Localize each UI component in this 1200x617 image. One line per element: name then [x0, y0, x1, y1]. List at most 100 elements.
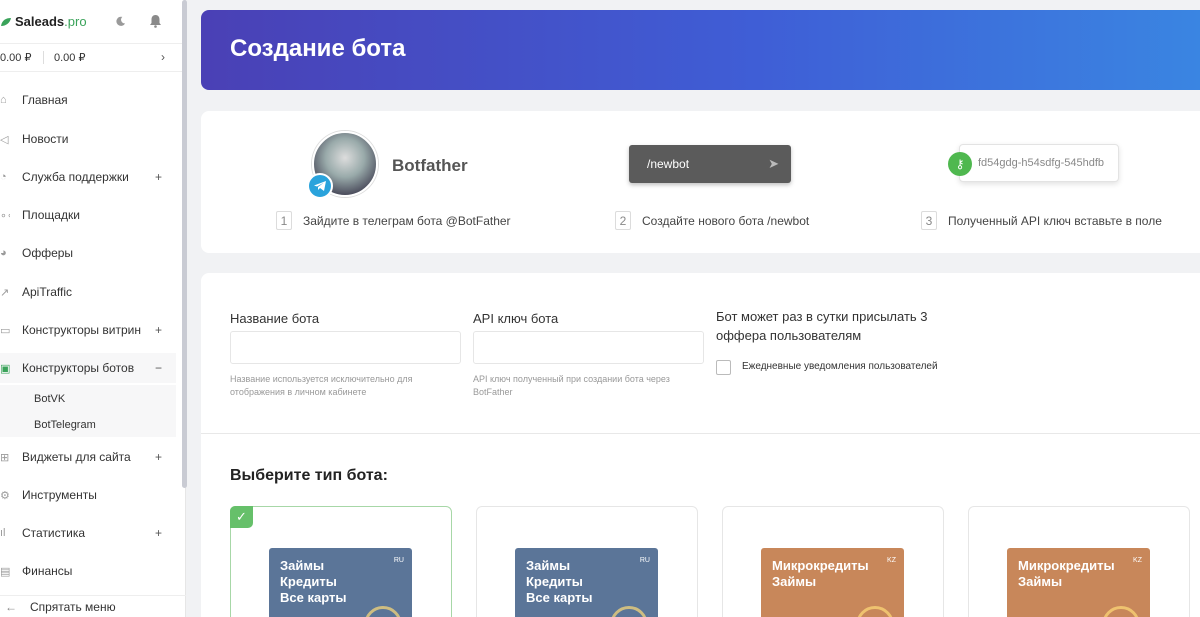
banner-line: Все карты: [280, 590, 347, 605]
expand-icon[interactable]: +: [155, 170, 162, 184]
sidebar-item-home[interactable]: ⌂ Главная: [0, 85, 176, 115]
sidebar-item-offers[interactable]: ◕ Офферы: [0, 238, 176, 268]
sidebar-item-stats[interactable]: ıl Статистика +: [0, 518, 176, 548]
step-number: 2: [615, 211, 631, 230]
expand-icon[interactable]: +: [155, 323, 162, 337]
sidebar-item-label: ApiTraffic: [22, 285, 73, 299]
widget-icon: ⊞: [0, 451, 10, 464]
daily-offers-title: Бот может раз в сутки присылать 3 оффера…: [716, 309, 928, 343]
tenge-coin-icon: [1102, 606, 1140, 617]
bot-name-input[interactable]: [230, 331, 461, 364]
chevron-right-icon[interactable]: ›: [161, 50, 165, 64]
command-text: /newbot: [647, 157, 690, 171]
bot-type-card[interactable]: KZ Микрокредиты Займы: [968, 506, 1190, 617]
step-number: 1: [276, 211, 292, 230]
sidebar-item-news[interactable]: ◁ Новости: [0, 124, 176, 154]
api-key-sample: fd54gdg-h54sdfg-545hdfb: [978, 157, 1104, 169]
balance-hold: 0.00 ₽: [54, 52, 86, 64]
step-3: 3 Полученный API ключ вставьте в поле: [921, 211, 1162, 230]
banner-line: Кредиты: [280, 574, 337, 589]
sidebar-item-sites[interactable]: ∘∘ Площадки: [0, 200, 176, 230]
balance-row[interactable]: 0.00 ₽ 0.00 ₽ ›: [0, 44, 185, 72]
banner-line: Займы: [772, 574, 817, 589]
support-icon: ◔: [0, 171, 7, 183]
megaphone-icon: ◁: [0, 133, 9, 146]
country-code: KZ: [887, 557, 896, 564]
sidebar-item-widgets[interactable]: ⊞ Виджеты для сайта +: [0, 442, 176, 472]
sites-icon: ∘∘: [0, 209, 10, 222]
bot-type-title: Выберите тип бота:: [230, 467, 388, 484]
arrow-left-icon: ←: [5, 599, 17, 614]
step-2: 2 Создайте нового бота /newbot: [615, 211, 809, 230]
sidebar-item-label: Главная: [22, 93, 68, 107]
finance-icon: ▤: [0, 565, 10, 578]
bot-type-card[interactable]: ✓ RU Займы Кредиты Все карты: [230, 506, 452, 617]
bot-type-banner: KZ Микрокредиты Займы: [761, 548, 904, 617]
sidebar-subitem-botvk[interactable]: BotVK: [34, 393, 65, 405]
sidebar-scrollbar[interactable]: [182, 0, 187, 488]
bot-type-banner: KZ Микрокредиты Займы: [1007, 548, 1150, 617]
sidebar-item-label: Площадки: [22, 208, 80, 222]
balance-main: 0.00 ₽: [0, 51, 44, 64]
daily-notifications-checkbox[interactable]: [716, 360, 731, 375]
bot-type-card[interactable]: RU Займы Кредиты Все карты: [476, 506, 698, 617]
api-key-hint: API ключ полученный при создании бота че…: [473, 374, 670, 397]
banner-line: Микрокредиты: [772, 558, 869, 573]
newbot-command-preview: /newbot ➤: [629, 145, 791, 183]
sidebar-item-bots[interactable]: ▣ Конструкторы ботов −: [0, 353, 176, 383]
country-code: RU: [393, 557, 404, 564]
showcase-icon: ▭: [0, 324, 10, 337]
step-number: 3: [921, 211, 937, 230]
sidebar-item-label: Инструменты: [22, 488, 97, 502]
sidebar-item-showcase[interactable]: ▭ Конструкторы витрин +: [0, 315, 176, 345]
bot-name-label: Название бота: [230, 311, 320, 326]
logo-suffix: .pro: [64, 14, 87, 29]
sidebar-item-apitraffic[interactable]: ↗ ApiTraffic: [0, 277, 176, 307]
step-text: Создайте нового бота /newbot: [642, 213, 810, 228]
api-key-input[interactable]: [473, 331, 704, 364]
api-key-preview: ⚷ fd54gdg-h54sdfg-545hdfb: [948, 144, 1119, 182]
step-text: Полученный API ключ вставьте в поле: [948, 213, 1162, 228]
bot-type-card[interactable]: KZ Микрокредиты Займы: [722, 506, 944, 617]
hide-menu-button[interactable]: ← Спрятать меню: [0, 595, 186, 617]
offers-icon: ◕: [0, 247, 7, 259]
page-title: Создание бота: [230, 35, 406, 62]
logo[interactable]: Saleads .pro: [0, 14, 87, 29]
sidebar-item-label: Конструкторы ботов: [22, 361, 135, 375]
bot-name-hint: Название используется исключительно для …: [230, 374, 413, 397]
sidebar-subitem-bottelegram[interactable]: BotTelegram: [34, 419, 96, 431]
expand-icon[interactable]: +: [155, 450, 162, 464]
home-icon: ⌂: [0, 94, 7, 106]
banner-line: Займы: [1018, 574, 1063, 589]
sidebar-item-label: Конструкторы витрин: [22, 323, 141, 337]
botfather-name: Botfather: [392, 156, 468, 175]
sidebar-item-label: Виджеты для сайта: [22, 450, 131, 464]
sidebar-item-label: Статистика: [22, 526, 86, 540]
collapse-icon[interactable]: −: [155, 361, 162, 375]
page-header: Создание бота: [201, 10, 1200, 90]
step-1: 1 Зайдите в телеграм бота @BotFather: [276, 211, 511, 230]
sidebar-item-tools[interactable]: ⚙ Инструменты: [0, 480, 176, 510]
bell-icon[interactable]: [144, 10, 166, 32]
check-icon: ✓: [230, 506, 253, 528]
moon-icon[interactable]: [109, 10, 131, 32]
sidebar-item-finance[interactable]: ▤ Финансы: [0, 556, 176, 586]
key-icon: ⚷: [948, 152, 972, 176]
leaf-icon: [1, 17, 11, 26]
tenge-coin-icon: [856, 606, 894, 617]
bot-icon: ▣: [0, 362, 10, 375]
banner-line: Кредиты: [526, 574, 583, 589]
banner-line: Займы: [526, 558, 571, 573]
daily-notifications-label[interactable]: Ежедневные уведомления пользователей: [742, 361, 938, 372]
country-code: KZ: [1133, 557, 1142, 564]
logo-text: Saleads: [15, 14, 65, 29]
expand-icon[interactable]: +: [155, 526, 162, 540]
sidebar-item-support[interactable]: ◔ Служба поддержки +: [0, 162, 176, 192]
sidebar-item-label: Служба поддержки: [22, 170, 129, 184]
bot-form-card: Название бота Название используется искл…: [201, 273, 1200, 617]
banner-line: Микрокредиты: [1018, 558, 1115, 573]
instructions-card: Botfather /newbot ➤ ⚷ fd54gdg-h54sdfg-54…: [201, 111, 1200, 253]
tools-icon: ⚙: [0, 489, 10, 502]
sidebar-item-label: Финансы: [22, 564, 73, 578]
sidebar-item-label: Офферы: [22, 246, 74, 260]
